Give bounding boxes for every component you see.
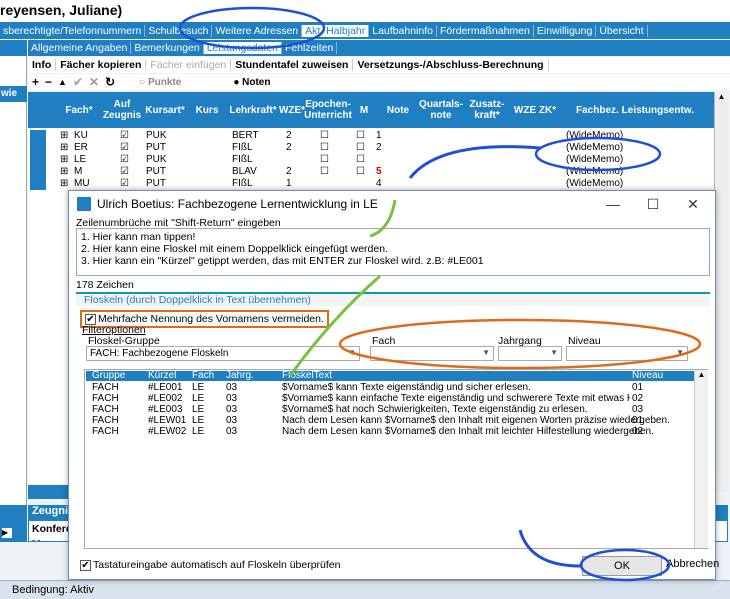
highlight-ellipse — [534, 136, 662, 172]
annotation-overlay — [178, 6, 702, 582]
highlight-ellipse — [178, 6, 326, 50]
highlight-ellipse — [338, 318, 702, 370]
annotation-arrow — [288, 274, 381, 377]
annotation-arrow — [518, 529, 581, 568]
annotation-arrow — [408, 145, 541, 179]
highlight-ellipse — [579, 548, 671, 582]
annotation-arrow — [369, 199, 397, 238]
